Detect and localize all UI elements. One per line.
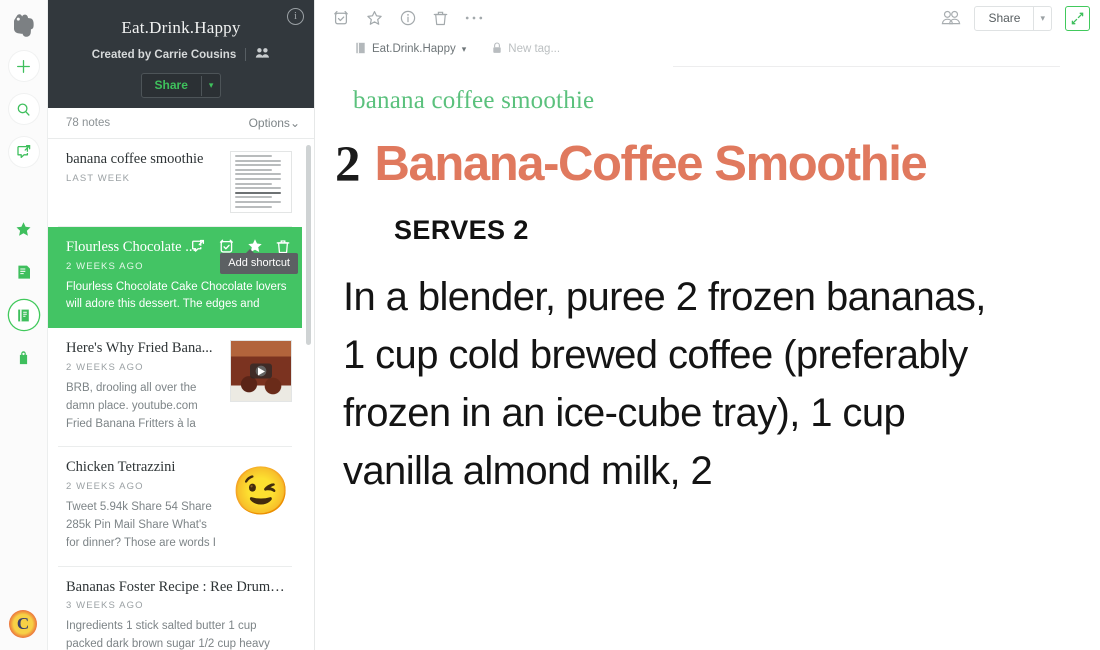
notebook-created-by: Created by Carrie Cousins bbox=[91, 48, 237, 61]
options-label: Options bbox=[248, 116, 290, 130]
evernote-elephant-logo bbox=[10, 10, 38, 38]
new-note-button[interactable] bbox=[8, 51, 39, 81]
note-snippet: Ingredients 1 stick salted butter 1 cup … bbox=[66, 620, 270, 650]
note-thumbnail bbox=[230, 151, 292, 213]
notes-list-scrollbar[interactable] bbox=[306, 145, 311, 345]
recipe-scan-image: 2 Banana-Coffee Smoothie SERVES 2 In a b… bbox=[335, 137, 1005, 500]
note-title-field[interactable]: banana coffee smoothie bbox=[315, 67, 1100, 115]
editor-right-actions: Share ▾ bbox=[941, 5, 1090, 31]
notebooks-button[interactable] bbox=[8, 300, 39, 330]
recipe-instructions: In a blender, puree 2 frozen bananas, 1 … bbox=[343, 275, 986, 494]
members-icon[interactable] bbox=[255, 47, 270, 62]
notebook-subtitle: Created by Carrie Cousins bbox=[48, 47, 314, 62]
tags-button[interactable] bbox=[9, 343, 39, 373]
recipe-serves: SERVES 2 bbox=[394, 215, 529, 246]
user-avatar[interactable]: C bbox=[9, 610, 37, 638]
note-editor: Share ▾ Eat.Drink.Happy ▾ New tag... ban… bbox=[315, 0, 1100, 650]
options-button[interactable]: Options⌄ bbox=[249, 116, 300, 130]
note-date: LAST WEEK bbox=[66, 172, 131, 184]
recipe-number: 2 bbox=[335, 137, 361, 193]
trash-icon[interactable] bbox=[433, 10, 448, 26]
list-item[interactable]: Here's Why Fried Bana... 2 WEEKS AGO BRB… bbox=[58, 328, 292, 448]
share-label: Share bbox=[988, 11, 1021, 25]
note-title: banana coffee smoothie bbox=[66, 151, 204, 167]
note-body: Here's Why Fried Bana... 2 WEEKS AGO BRB… bbox=[58, 340, 222, 433]
notebook-share-button[interactable]: Share ▾ bbox=[140, 73, 222, 98]
note-snippet: BRB, drooling all over the damn place. y… bbox=[66, 381, 198, 430]
list-item[interactable]: banana coffee smoothie LAST WEEK bbox=[58, 139, 292, 227]
chevron-down-icon[interactable]: ▾ bbox=[1033, 6, 1051, 30]
alarm-clock-icon[interactable] bbox=[219, 239, 234, 254]
editor-tool-icons bbox=[333, 10, 483, 27]
note-snippet: Flourless Chocolate Cake Chocolate lover… bbox=[66, 280, 287, 311]
tag-input[interactable]: New tag... bbox=[492, 41, 561, 57]
notebook-share-label: Share bbox=[154, 78, 188, 92]
note-body: Chicken Tetrazzini 2 WEEKS AGO Tweet 5.9… bbox=[58, 459, 222, 552]
shortcuts-button[interactable] bbox=[9, 214, 39, 244]
notebook-title: Eat.Drink.Happy bbox=[121, 18, 241, 37]
ellipsis-icon[interactable] bbox=[465, 15, 483, 21]
search-button[interactable] bbox=[8, 94, 39, 124]
left-icon-rail: C bbox=[0, 0, 48, 650]
note-body: Bananas Foster Recipe : Ree Drumm... 3 W… bbox=[58, 579, 292, 650]
fried-banana-video bbox=[231, 341, 291, 402]
note-title: Here's Why Fried Bana... bbox=[66, 340, 213, 357]
avatar-letter: C bbox=[16, 614, 30, 633]
editor-meta-bar: Eat.Drink.Happy ▾ New tag... bbox=[315, 36, 1100, 62]
subtitle-divider bbox=[245, 48, 247, 61]
notes-column: i Eat.Drink.Happy Created by Carrie Cous… bbox=[48, 0, 315, 650]
note-date: 3 WEEKS AGO bbox=[66, 600, 144, 612]
notebook-share-wrap: Share ▾ bbox=[48, 73, 314, 98]
notebook-name: Eat.Drink.Happy bbox=[372, 43, 456, 55]
info-icon[interactable] bbox=[400, 10, 416, 26]
note-thumbnail: 😉 bbox=[230, 459, 292, 522]
clip-arrow-icon[interactable] bbox=[191, 239, 206, 254]
notes-count: 78 notes bbox=[66, 117, 111, 129]
notes-toolbar: 78 notes Options⌄ bbox=[48, 108, 314, 138]
note-title: Chicken Tetrazzini bbox=[66, 459, 176, 476]
star-icon[interactable] bbox=[366, 10, 383, 27]
recipe-heading: 2 Banana-Coffee Smoothie bbox=[335, 137, 1005, 193]
list-item-selected[interactable]: Flourless Chocolate ... 2 WEEKS AGO Flou… bbox=[48, 227, 302, 329]
winking-face-emoji: 😉 bbox=[230, 459, 292, 522]
play-icon bbox=[250, 363, 272, 379]
note-snippet: Tweet 5.94k Share 54 Share 285k Pin Mail… bbox=[66, 501, 217, 549]
note-body: banana coffee smoothie LAST WEEK bbox=[58, 151, 222, 213]
note-date: 2 WEEKS AGO bbox=[66, 361, 144, 373]
alarm-clock-icon[interactable] bbox=[333, 10, 349, 26]
notebook-header: i Eat.Drink.Happy Created by Carrie Cous… bbox=[48, 0, 314, 108]
chevron-down-icon: ▾ bbox=[461, 43, 467, 54]
notebook-icon bbox=[355, 42, 366, 57]
chevron-down-icon: ⌄ bbox=[289, 116, 300, 130]
chevron-down-icon[interactable]: ▾ bbox=[200, 75, 221, 96]
list-item[interactable]: Bananas Foster Recipe : Ree Drumm... 3 W… bbox=[58, 567, 292, 650]
expand-button[interactable] bbox=[1065, 5, 1090, 31]
list-item[interactable]: Chicken Tetrazzini 2 WEEKS AGO Tweet 5.9… bbox=[58, 447, 292, 567]
tooltip: Add shortcut bbox=[220, 249, 298, 274]
info-icon[interactable]: i bbox=[287, 8, 304, 25]
editor-toolbar: Share ▾ bbox=[315, 0, 1100, 36]
share-button[interactable]: Share ▾ bbox=[974, 5, 1052, 31]
tag-placeholder: New tag... bbox=[508, 43, 561, 55]
notebook-selector[interactable]: Eat.Drink.Happy ▾ bbox=[355, 42, 466, 57]
note-date: 2 WEEKS AGO bbox=[66, 481, 144, 493]
note-title: Bananas Foster Recipe : Ree Drumm... bbox=[66, 578, 292, 595]
recipe-text-clipping bbox=[231, 152, 291, 212]
note-content[interactable]: 2 Banana-Coffee Smoothie SERVES 2 In a b… bbox=[315, 115, 1100, 650]
recipe-title: Banana-Coffee Smoothie bbox=[374, 137, 928, 191]
notes-list[interactable]: banana coffee smoothie LAST WEEK Flourle… bbox=[48, 138, 314, 650]
trash-icon[interactable] bbox=[276, 239, 290, 254]
members-icon[interactable] bbox=[941, 10, 961, 26]
notes-button[interactable] bbox=[9, 257, 39, 287]
lock-icon bbox=[492, 41, 502, 57]
evernote-app: C i Eat.Drink.Happy Created by Carrie Co… bbox=[0, 0, 1100, 650]
note-thumbnail bbox=[230, 340, 292, 403]
note-hover-actions bbox=[191, 238, 290, 254]
web-clipper-button[interactable] bbox=[8, 137, 39, 167]
